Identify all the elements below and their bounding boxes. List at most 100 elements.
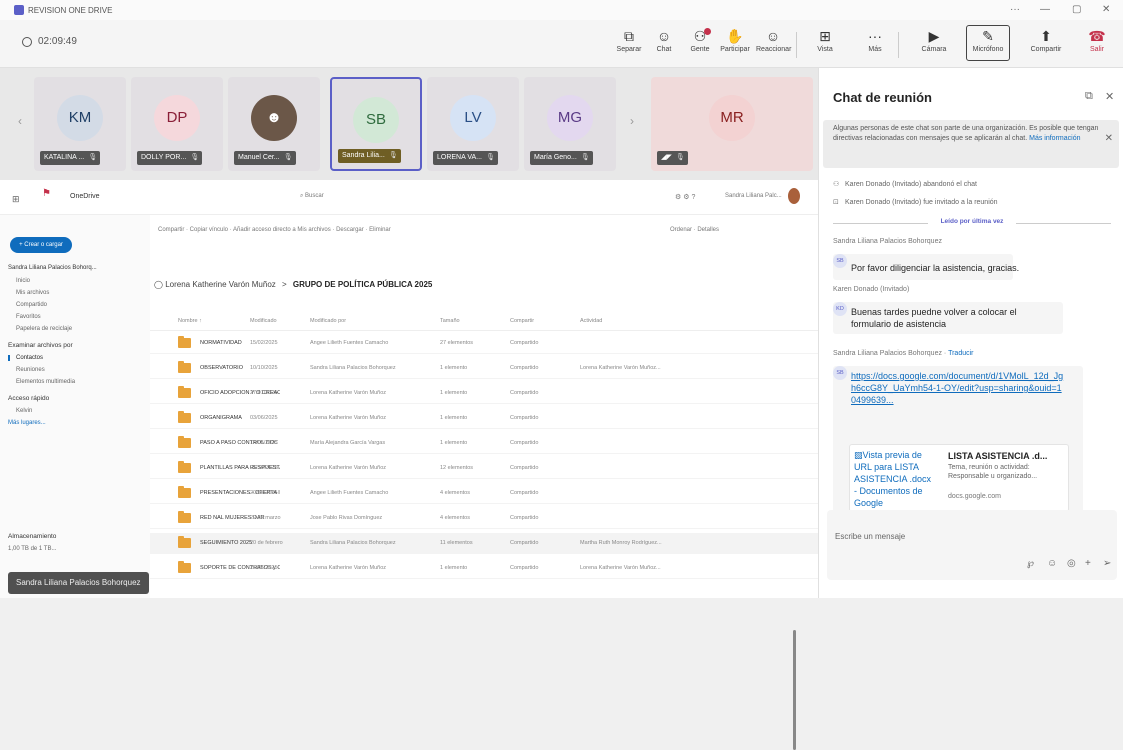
table-row[interactable]: SEGUIMIENTO 2025 20 de febrero Sandra Lili… xyxy=(150,533,818,554)
recording-icon xyxy=(22,36,32,47)
command-bar[interactable]: Compartir · Copiar vínculo · Añadir acce… xyxy=(158,227,391,233)
participant-name: DOLLY POR... 🎙 xyxy=(137,151,203,165)
share-button[interactable]: ⬆ Compartir xyxy=(1024,26,1068,53)
sidebar-item-meetings[interactable]: Reuniones xyxy=(16,367,45,373)
chat-button[interactable]: ☺ Chat xyxy=(647,26,681,53)
account-name[interactable]: Sandra Liliana Palc... xyxy=(725,193,782,199)
translate-link[interactable]: Traducir xyxy=(948,350,973,357)
participant-tile[interactable]: MG María Geno... 🎙 xyxy=(524,77,616,171)
send-icon[interactable]: ➢ xyxy=(1103,558,1111,569)
pop-out-chat-icon[interactable]: ⧉ xyxy=(1085,90,1093,103)
storage-heading: Almacenamiento xyxy=(8,533,57,540)
mic-off-icon: 🎙 xyxy=(283,154,293,161)
sidebar-item-media[interactable]: Elementos multimedia xyxy=(16,379,75,385)
column-sharing[interactable]: Compartir xyxy=(510,318,534,324)
cell-share: Compartido xyxy=(510,340,539,346)
loop-icon[interactable]: ◎ xyxy=(1067,558,1076,569)
sidebar-item-favorites[interactable]: Favoritos xyxy=(16,314,41,320)
sort-view-options[interactable]: Ordenar · Detalles xyxy=(670,227,719,233)
view-button[interactable]: ⊞ Vista xyxy=(808,26,842,53)
gallery-prev-icon[interactable]: ‹ xyxy=(18,114,22,128)
participant-tile[interactable]: LV LORENA VA... 🎙 xyxy=(427,77,519,171)
raise-hand-button[interactable]: ✋ Participar xyxy=(718,26,752,53)
close-button[interactable]: ✕ xyxy=(1102,4,1110,15)
message-sender: Karen Donado (Invitado) xyxy=(833,286,910,293)
table-row[interactable]: PASO A PASO CONTROL DOC 14/05/2025 María A… xyxy=(150,433,818,454)
cell-mod: 05/10/2025 xyxy=(250,465,278,471)
react-button[interactable]: ☺ Reaccionar xyxy=(756,26,791,53)
settings-icon[interactable]: ⚙ ⚙ ? xyxy=(675,193,695,201)
app-launcher-icon[interactable]: ⊞ xyxy=(12,194,20,205)
cell-by: Sandra Liliana Palacios Bohorquez xyxy=(310,540,396,546)
column-activity[interactable]: Actividad xyxy=(580,318,602,324)
table-row[interactable]: PLANTILLAS PARA RESPUESTAS OFICIALES05/1… xyxy=(150,458,818,479)
avatar[interactable] xyxy=(788,188,800,204)
pop-out-button[interactable]: ⧉ Separar xyxy=(612,26,646,53)
copilot-icon[interactable]: ℘ xyxy=(1027,558,1034,569)
avatar: SB xyxy=(833,366,847,380)
table-row[interactable]: OFICIO ADOPCIÓN Y O CREACIÓN POLITICA P.… xyxy=(150,383,818,404)
more-options-icon[interactable]: ··· xyxy=(1010,4,1020,15)
column-size[interactable]: Tamaño xyxy=(440,318,460,324)
participant-tile[interactable]: KM KATALINA ... 🎙 xyxy=(34,77,126,171)
more-places-link[interactable]: Más lugares... xyxy=(8,420,46,426)
table-row[interactable]: RED NAL MUJERES DAR 29 de marzo Jose Pablo… xyxy=(150,508,818,529)
participant-tile-overflow[interactable]: MR ◢◤ 🎙 xyxy=(651,77,813,171)
people-button[interactable]: ⚇ Gente xyxy=(683,26,717,53)
microphone-button[interactable]: ✎ Micrófono xyxy=(966,25,1010,61)
leave-button[interactable]: ☎ Salir xyxy=(1080,26,1114,53)
folder-icon xyxy=(178,361,191,373)
table-row[interactable]: OBSERVATORIO 10/10/2025 Sandra Liliana Pal… xyxy=(150,358,818,379)
minimize-button[interactable]: — xyxy=(1040,4,1050,15)
avatar: MR xyxy=(709,95,755,141)
learn-more-link[interactable]: Más información xyxy=(1029,135,1080,142)
chat-message[interactable]: SB Por favor diligenciar la asistencia, g… xyxy=(833,254,1019,280)
column-modified[interactable]: Modificado xyxy=(250,318,277,324)
scrollbar[interactable] xyxy=(793,630,796,750)
participant-tile[interactable]: SB Sandra Lilia... 🎙 xyxy=(330,77,422,171)
close-chat-icon[interactable]: ✕ xyxy=(1105,90,1114,103)
table-row[interactable]: ORGANIGRAMA 03/06/2025 Lorena Katherine Va… xyxy=(150,408,818,429)
more-button[interactable]: ··· Más xyxy=(858,26,892,53)
table-row[interactable]: SOPORTE DE CONTRATOS y CTAS DE COBRO 2..… xyxy=(150,558,818,579)
sidebar-item-shared[interactable]: Compartido xyxy=(16,302,47,308)
table-row[interactable]: NORMATIVIDAD 15/02/2025 Angee Lilieth Fuen… xyxy=(150,333,818,354)
cell-size: 12 elementos xyxy=(440,465,474,471)
sidebar-item-quick-access[interactable]: Kelvin xyxy=(16,408,32,414)
cell-share: Compartido xyxy=(510,415,539,421)
link-preview-card[interactable]: ▧Vista previa de URL para LISTA ASISTENC… xyxy=(849,444,1069,512)
cell-size: 4 elementos xyxy=(440,515,470,521)
toolbar-divider xyxy=(796,32,797,58)
sidebar-item-my-files[interactable]: Mis archivos xyxy=(16,290,49,296)
share-icon: ⬆ xyxy=(1040,28,1052,44)
chat-title: Chat de reunión xyxy=(833,90,932,105)
avatar: ☻ xyxy=(251,95,297,141)
message-compose-box[interactable]: Escribe un mensaje ℘ ☺ ◎ + ➢ xyxy=(827,510,1117,580)
table-row[interactable]: PRESENTACIONES - OFERTA INSTITUCIONA... … xyxy=(150,483,818,504)
participant-name: María Geno... 🎙 xyxy=(530,151,593,165)
column-name[interactable]: Nombre ↑ xyxy=(178,318,202,324)
gallery-next-icon[interactable]: › xyxy=(630,114,634,128)
link-preview-image: ▧Vista previa de URL para LISTA ASISTENC… xyxy=(854,450,932,508)
add-icon[interactable]: + xyxy=(1085,558,1091,569)
message-input[interactable]: Escribe un mensaje xyxy=(835,532,905,541)
sidebar-item-recycle-bin[interactable]: Papelera de reciclaje xyxy=(16,326,72,332)
chat-message[interactable]: KD Buenas tardes puedne volver a colocar … xyxy=(833,302,1063,334)
column-modified-by[interactable]: Modificado por xyxy=(310,318,346,324)
create-upload-button[interactable]: + Crear o cargar xyxy=(10,237,72,253)
window-title: REVISION ONE DRIVE xyxy=(28,5,113,15)
search-input[interactable]: ⌕ Buscar xyxy=(300,193,324,200)
sidebar-item-home[interactable]: Inicio xyxy=(16,278,30,284)
emoji-icon[interactable]: ☺ xyxy=(1047,558,1057,569)
camera-button[interactable]: ▶ Cámara xyxy=(912,26,956,53)
participant-tile[interactable]: DP DOLLY POR... 🎙 xyxy=(131,77,223,171)
more-icon: ··· xyxy=(868,28,882,44)
onedrive-header: ⊞ ⚑ OneDrive ⌕ Buscar ⚙ ⚙ ? Sandra Lilia… xyxy=(0,180,818,215)
participant-tile[interactable]: ☻ Manuel Cer... 🎙 xyxy=(228,77,320,171)
message-link[interactable]: https://docs.google.com/document/d/1VMol… xyxy=(851,370,1065,406)
dismiss-banner-icon[interactable]: ✕ xyxy=(1105,134,1113,144)
sidebar-item-people[interactable]: Contactos xyxy=(8,355,43,361)
participant-audio-indicator: ◢◤ 🎙 xyxy=(657,151,688,165)
onedrive-sidebar: + Crear o cargar Sandra Liliana Palacios… xyxy=(0,215,150,598)
maximize-button[interactable]: ▢ xyxy=(1072,4,1081,15)
